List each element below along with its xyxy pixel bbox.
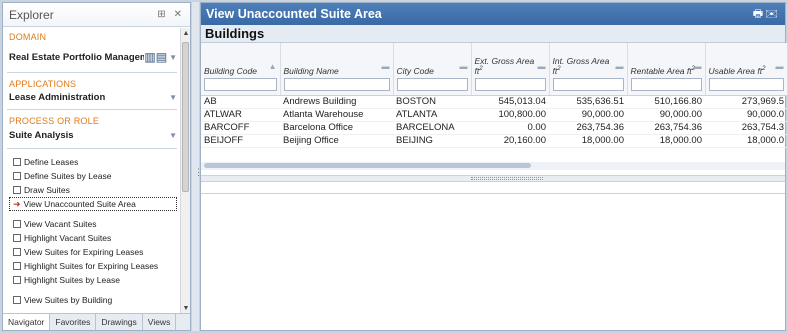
scroll-thumb[interactable] — [182, 42, 189, 192]
grid-header: Buildings — [201, 25, 785, 43]
panel-splitter[interactable]: ⋮ — [192, 2, 203, 331]
task-item[interactable]: View Suites by Building — [3, 293, 181, 307]
close-icon[interactable]: ✕ — [174, 9, 182, 20]
main-header: View Unaccounted Suite Area 🖶✉ — [201, 3, 785, 25]
checkbox[interactable] — [13, 172, 21, 180]
filter-input-ext-gross-area[interactable] — [474, 78, 546, 92]
navigator-content: DOMAIN Real Estate Portfolio Managemen ▥… — [3, 28, 181, 315]
sort-icon[interactable]: ▬ — [776, 62, 784, 71]
task-item[interactable]: Define Suites by Lease — [3, 169, 181, 183]
table-row[interactable]: BARCOFF Barcelona Office BARCELONA 0.00 263… — [201, 121, 787, 135]
filter-input-usable-area[interactable] — [708, 78, 784, 92]
checkbox[interactable] — [13, 186, 21, 194]
explorer-tabs: Navigator Favorites Drawings Views — [3, 313, 190, 330]
process-selector[interactable]: Suite Analysis ▼ — [3, 126, 181, 144]
explorer-header: Explorer ⊞ ✕ — [3, 3, 190, 27]
table-row[interactable]: ATLWAR Atlanta Warehouse ATLANTA 100,800.0… — [201, 108, 787, 122]
task-item[interactable]: View Suites for Expiring Leases — [3, 245, 181, 259]
task-item[interactable]: View Vacant Suites — [3, 217, 181, 231]
main-panel: View Unaccounted Suite Area 🖶✉ Buildings… — [200, 2, 788, 331]
column-header-ext-gross-area[interactable]: Ext. Gross Area ft2 ▬ — [471, 43, 550, 77]
grid-title: Buildings — [205, 26, 265, 41]
tab-favorites[interactable]: Favorites — [50, 314, 97, 330]
task-item-active[interactable]: ➜ View Unaccounted Suite Area — [9, 197, 177, 211]
chevron-down-icon[interactable]: ▼ — [169, 93, 177, 102]
table-row[interactable]: AB Andrews Building BOSTON 545,013.04 535,6… — [201, 95, 787, 109]
task-item[interactable]: Highlight Vacant Suites — [3, 231, 181, 245]
table-header-row: Building Code ▲ Building Name ▬ City Code ▬… — [201, 43, 788, 77]
arrow-right-icon: ➜ — [13, 198, 21, 209]
column-header-building-code[interactable]: Building Code ▲ — [201, 43, 281, 77]
checkbox[interactable] — [13, 262, 21, 270]
horizontal-scrollbar[interactable] — [201, 162, 785, 170]
filter-input-rentable-area[interactable] — [630, 78, 702, 92]
chevron-down-icon[interactable]: ▼ — [169, 53, 177, 62]
domain-value: Real Estate Portfolio Managemen — [9, 51, 145, 63]
application-selector[interactable]: Lease Administration ▼ — [3, 89, 181, 105]
task-item[interactable]: Highlight Suites for Expiring Leases — [3, 259, 181, 273]
tab-views[interactable]: Views — [143, 314, 177, 330]
checkbox[interactable] — [13, 296, 21, 304]
checkbox[interactable] — [13, 220, 21, 228]
applications-label: APPLICATIONS — [9, 79, 77, 89]
tab-drawings[interactable]: Drawings — [96, 314, 143, 330]
filter-input-city-code[interactable] — [396, 78, 468, 92]
column-header-rentable-area[interactable]: Rentable Area ft2 ▬ — [627, 43, 706, 77]
application-value: Lease Administration — [9, 91, 106, 103]
column-header-building-name[interactable]: Building Name ▬ — [280, 43, 394, 77]
process-value: Suite Analysis — [9, 129, 74, 141]
checkbox[interactable] — [13, 276, 21, 284]
explorer-title: Explorer — [9, 7, 54, 22]
domain-selector[interactable]: Real Estate Portfolio Managemen ▥▤ ▼ — [3, 42, 181, 72]
buildings-icon: ▥▤ — [144, 50, 168, 64]
tab-navigator[interactable]: Navigator — [3, 314, 51, 330]
checkbox[interactable] — [13, 248, 21, 256]
email-icon[interactable]: ✉ — [765, 8, 780, 20]
sort-icon[interactable]: ▬ — [694, 62, 702, 71]
panel-divider[interactable] — [201, 175, 785, 182]
column-header-usable-area[interactable]: Usable Area ft2 ▬ — [705, 43, 788, 77]
scroll-thumb[interactable] — [204, 163, 531, 168]
explorer-scrollbar[interactable]: ▲ ▼ — [180, 28, 190, 315]
column-header-city-code[interactable]: City Code ▬ — [393, 43, 472, 77]
sort-icon[interactable]: ▬ — [538, 62, 546, 71]
process-label: PROCESS OR ROLE — [9, 116, 100, 126]
task-list: Define Leases Define Suites by Lease Dra… — [3, 155, 181, 307]
pin-icon[interactable]: ⊞ — [157, 9, 165, 20]
column-header-int-gross-area[interactable]: Int. Gross Area ft2 ▬ — [549, 43, 628, 77]
sort-icon[interactable]: ▬ — [460, 62, 468, 71]
filter-input-building-name[interactable] — [283, 78, 390, 92]
checkbox[interactable] — [13, 234, 21, 242]
sort-icon[interactable]: ▬ — [616, 62, 624, 71]
chevron-down-icon[interactable]: ▼ — [169, 131, 177, 140]
buildings-table: Building Code ▲ Building Name ▬ City Code ▬… — [201, 43, 788, 148]
filter-input-int-gross-area[interactable] — [552, 78, 624, 92]
filter-input-building-code[interactable] — [204, 78, 277, 92]
scroll-up-icon[interactable]: ▲ — [182, 29, 190, 39]
sort-icon[interactable]: ▲ — [269, 62, 277, 71]
print-icon[interactable]: 🖶 — [753, 8, 765, 20]
filter-row — [201, 77, 788, 96]
checkbox[interactable] — [13, 158, 21, 166]
task-item[interactable]: Draw Suites — [3, 183, 181, 197]
task-item[interactable]: Highlight Suites by Lease — [3, 273, 181, 287]
table-row[interactable]: BEIJOFF Beijing Office BEIJING 20,160.00 18… — [201, 134, 787, 148]
detail-panel — [201, 193, 785, 330]
page-title: View Unaccounted Suite Area — [206, 7, 382, 21]
domain-label: DOMAIN — [9, 32, 47, 42]
explorer-panel: Explorer ⊞ ✕ DOMAIN Real Estate Portfoli… — [2, 2, 191, 331]
sort-icon[interactable]: ▬ — [382, 62, 390, 71]
task-item[interactable]: Define Leases — [3, 155, 181, 169]
